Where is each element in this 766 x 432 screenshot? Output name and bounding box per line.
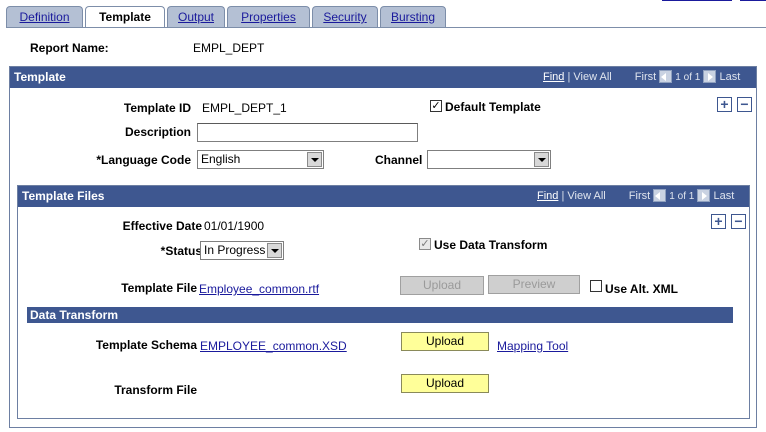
top-link-underline-2: [740, 0, 766, 1]
first-label: First: [634, 71, 657, 83]
data-transform-header: Data Transform: [27, 307, 733, 323]
template-schema-link[interactable]: EMPLOYEE_common.XSD: [200, 339, 347, 353]
row-count: 1 of 1: [675, 72, 701, 83]
section-title: Template Files: [22, 189, 105, 203]
effective-date-value: 01/01/1900: [204, 219, 265, 233]
report-name-value: EMPL_DEPT: [193, 41, 265, 55]
next-icon[interactable]: [697, 188, 711, 202]
description-input[interactable]: [197, 123, 418, 142]
schema-upload-button[interactable]: Upload: [401, 332, 489, 351]
tab-label: Output: [177, 10, 215, 24]
delete-row-icon[interactable]: −: [737, 97, 752, 112]
last-label: Last: [713, 190, 735, 202]
preview-button[interactable]: Preview: [488, 275, 580, 294]
status-select[interactable]: In Progress: [200, 241, 284, 260]
status-label: *Status: [160, 244, 202, 258]
channel-label: Channel: [375, 153, 423, 167]
template-section-header: Template Find | View All First 1 of 1 La…: [10, 67, 756, 88]
template-schema-label: Template Schema: [95, 338, 197, 352]
delete-row-icon[interactable]: −: [731, 214, 746, 229]
tab-definition[interactable]: Definition: [6, 6, 83, 27]
effective-date-label: Effective Date: [122, 219, 202, 233]
tab-label: Definition: [19, 10, 70, 24]
tab-output[interactable]: Output: [167, 6, 225, 27]
tab-label: Properties: [241, 10, 296, 24]
tab-template[interactable]: Template: [85, 6, 165, 27]
chevron-down-icon: [267, 243, 282, 258]
add-row-icon[interactable]: +: [711, 214, 726, 229]
transform-file-label: Transform File: [114, 383, 197, 397]
upload-button-disabled[interactable]: Upload: [400, 276, 484, 295]
row-count: 1 of 1: [669, 191, 695, 202]
use-data-transform-checkbox[interactable]: ✓: [419, 238, 431, 250]
tab-baseline: [6, 27, 766, 28]
use-alt-xml-label: Use Alt. XML: [605, 282, 678, 296]
template-nav: Find | View All First 1 of 1 Last: [543, 67, 740, 88]
tab-bursting[interactable]: Bursting: [380, 6, 446, 27]
template-file-label: Template File: [121, 281, 197, 295]
report-name-label: Report Name:: [30, 41, 109, 55]
chevron-down-icon: [307, 152, 322, 167]
previous-icon[interactable]: [653, 188, 667, 202]
previous-icon[interactable]: [659, 69, 673, 83]
template-file-link[interactable]: Employee_common.rtf: [199, 282, 319, 296]
mapping-tool-link[interactable]: Mapping Tool: [497, 339, 568, 353]
template-files-nav: Find | View All First 1 of 1 Last: [537, 186, 734, 207]
add-row-icon[interactable]: +: [717, 97, 732, 112]
top-link-underline: [662, 0, 732, 1]
tab-label: Bursting: [390, 10, 436, 24]
transform-upload-button[interactable]: Upload: [401, 374, 489, 393]
default-template-checkbox[interactable]: ✓: [430, 100, 442, 112]
template-id-label: Template ID: [123, 101, 191, 115]
tab-properties[interactable]: Properties: [227, 6, 310, 27]
template-files-section: Template Files Find | View All First 1 o…: [17, 185, 750, 419]
description-label: Description: [124, 125, 191, 139]
find-link[interactable]: Find: [543, 71, 564, 83]
view-all-link[interactable]: View All: [573, 71, 611, 83]
find-link[interactable]: Find: [537, 190, 558, 202]
section-title: Template: [14, 70, 66, 84]
next-icon[interactable]: [703, 69, 717, 83]
channel-select[interactable]: [427, 150, 551, 169]
use-data-transform-label: Use Data Transform: [434, 238, 548, 252]
view-all-link[interactable]: View All: [567, 190, 605, 202]
template-files-header: Template Files Find | View All First 1 o…: [18, 186, 749, 207]
use-alt-xml-checkbox[interactable]: [590, 280, 602, 292]
language-code-select[interactable]: English: [197, 150, 324, 169]
template-id-value: EMPL_DEPT_1: [202, 101, 287, 115]
tab-label: Template: [99, 10, 151, 24]
tab-security[interactable]: Security: [312, 6, 378, 27]
template-section: Template Find | View All First 1 of 1 La…: [9, 66, 757, 428]
last-label: Last: [719, 71, 741, 83]
language-code-value: English: [201, 152, 241, 166]
first-label: First: [628, 190, 651, 202]
status-value: In Progress: [204, 243, 266, 257]
language-code-label: *Language Code: [96, 153, 191, 167]
tab-label: Security: [323, 10, 367, 24]
default-template-label: Default Template: [445, 100, 541, 114]
chevron-down-icon: [534, 152, 549, 167]
